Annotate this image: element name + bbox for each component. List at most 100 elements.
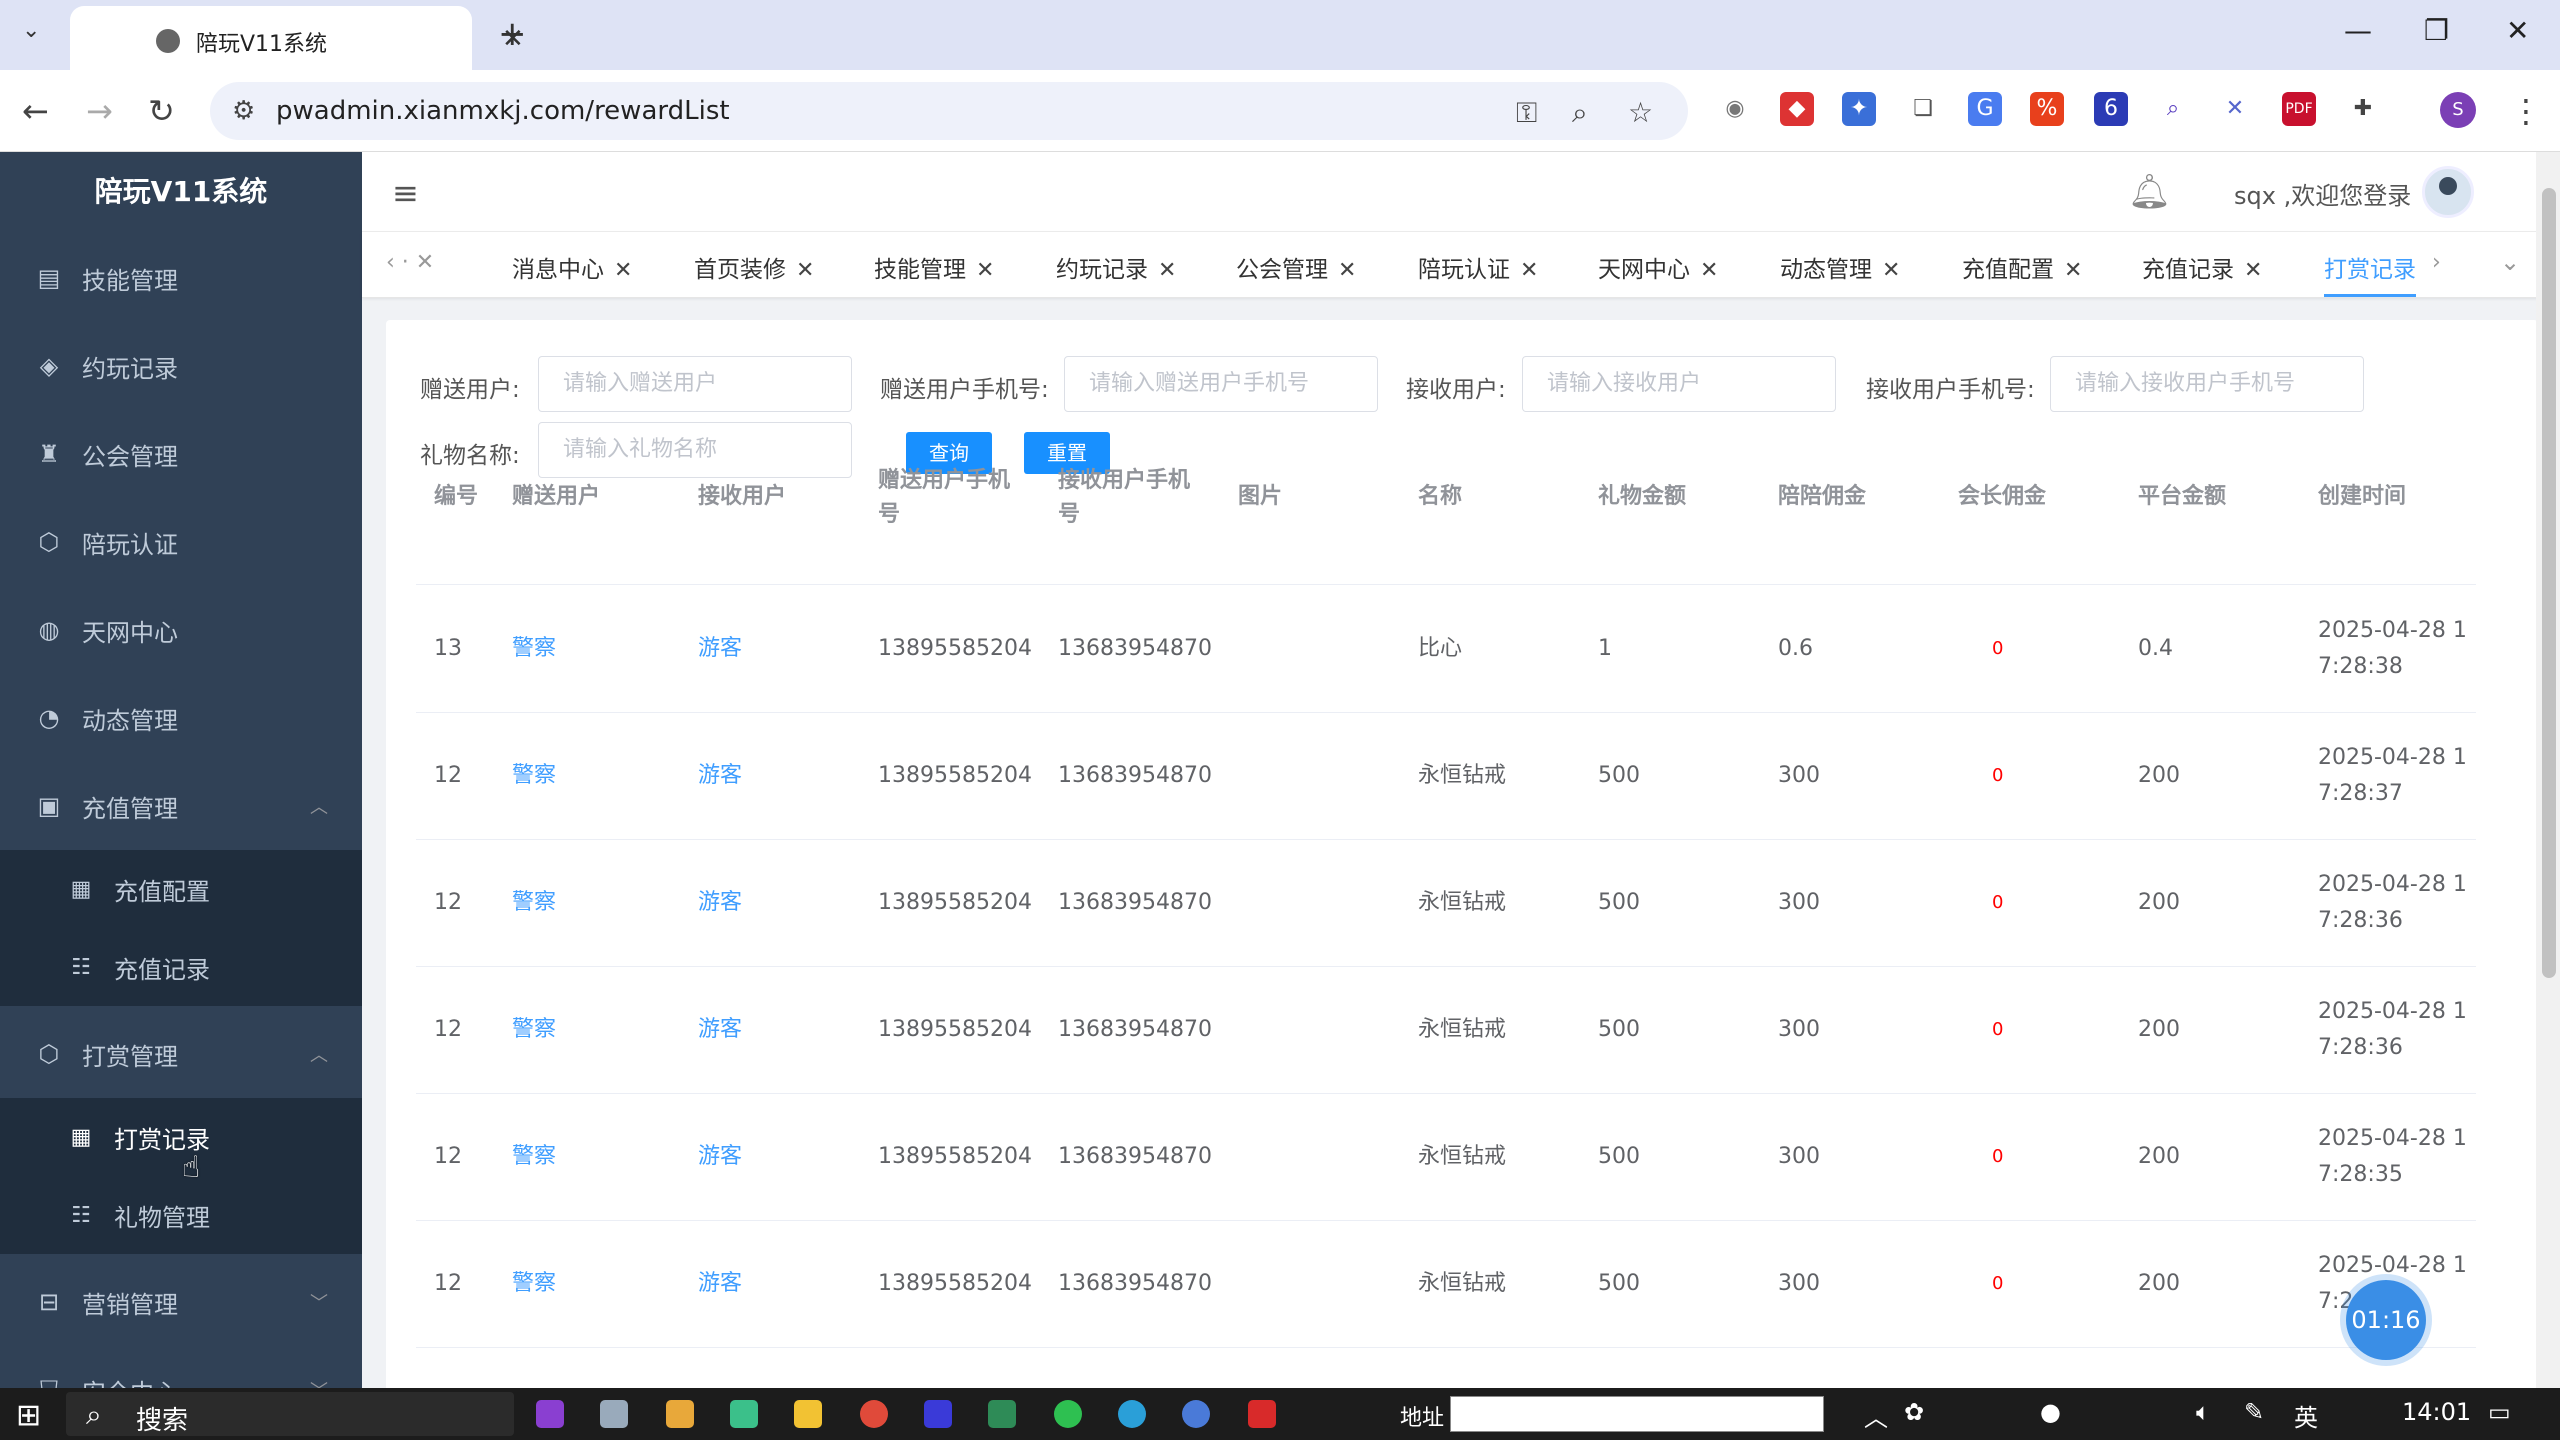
- sender-input[interactable]: 请输入赠送用户: [538, 356, 852, 412]
- site-info-icon[interactable]: ⚙: [232, 96, 255, 126]
- tag-recharge-config[interactable]: 充值配置 ✕: [1962, 250, 2082, 284]
- password-key-icon[interactable]: ⚿: [1516, 96, 1537, 130]
- network-extension-icon[interactable]: ✦: [1842, 92, 1876, 126]
- close-icon[interactable]: ✕: [2244, 258, 2262, 283]
- sidebar-item-skills[interactable]: ▤ 技能管理: [0, 234, 362, 322]
- sidebar-item-reward[interactable]: ⬡ 打赏管理 ︿: [0, 1010, 362, 1098]
- chevron-right-icon[interactable]: ›: [2432, 250, 2441, 275]
- cell-receiver[interactable]: 游客: [698, 631, 742, 667]
- sidebar-item-recharge-config[interactable]: ▦ 充值配置: [0, 850, 362, 928]
- browser-menu-icon[interactable]: ⋮: [2510, 92, 2542, 130]
- chevron-up-icon[interactable]: ︿: [1864, 1398, 1888, 1433]
- sidebar-item-marketing[interactable]: ⊟ 营销管理 ﹀: [0, 1258, 362, 1346]
- sidebar-item-recharge[interactable]: ▣ 充值管理 ︿: [0, 762, 362, 850]
- close-icon[interactable]: ✕: [976, 258, 994, 283]
- tag-reward-records[interactable]: 打赏记录: [2324, 250, 2416, 297]
- sidebar-item-security[interactable]: ⛉ 安全中心 ﹀: [0, 1346, 362, 1388]
- pen-icon[interactable]: ✎: [2244, 1398, 2264, 1426]
- chevron-left-icon[interactable]: ‹ · ✕: [386, 250, 434, 275]
- camera-extension-icon[interactable]: ◉: [1718, 92, 1752, 126]
- receiver-input[interactable]: 请输入接收用户: [1522, 356, 1836, 412]
- cell-receiver[interactable]: 游客: [698, 1139, 742, 1175]
- sidebar-item-gifts[interactable]: ☷ 礼物管理: [0, 1176, 362, 1254]
- wechat-tray-icon[interactable]: ●: [2040, 1398, 2061, 1426]
- sidebar-item-guild[interactable]: ♜ 公会管理: [0, 410, 362, 498]
- ime-indicator[interactable]: 英: [2294, 1398, 2318, 1433]
- bell-icon[interactable]: 🔔︎: [2128, 172, 2171, 212]
- address-toolbar-input[interactable]: [1450, 1396, 1824, 1432]
- floating-timer[interactable]: 01:16: [2346, 1280, 2426, 1360]
- tag-moments[interactable]: 动态管理 ✕: [1780, 250, 1900, 284]
- sidebar-item-play-records[interactable]: ◈ 约玩记录: [0, 322, 362, 410]
- cell-receiver[interactable]: 游客: [698, 1266, 742, 1302]
- taskbar-search[interactable]: ⌕ 搜索: [66, 1392, 514, 1436]
- close-icon[interactable]: ✕: [1158, 258, 1176, 283]
- new-tab-icon[interactable]: +: [498, 14, 527, 54]
- app-icon[interactable]: [536, 1400, 564, 1428]
- pdf-extension-icon[interactable]: PDF: [2282, 92, 2316, 126]
- tag-certification[interactable]: 陪玩认证 ✕: [1418, 250, 1538, 284]
- restore-icon[interactable]: ❐: [2424, 14, 2449, 47]
- receiver-phone-input[interactable]: 请输入接收用户手机号: [2050, 356, 2364, 412]
- tag-skynet[interactable]: 天网中心 ✕: [1598, 250, 1718, 284]
- shield-extension-icon[interactable]: ◆: [1780, 92, 1814, 126]
- cell-sender[interactable]: 警察: [512, 1139, 556, 1175]
- cell-receiver[interactable]: 游客: [698, 758, 742, 794]
- cell-sender[interactable]: 警察: [512, 631, 556, 667]
- tag-recharge-records[interactable]: 充值记录 ✕: [2142, 250, 2262, 284]
- taskbar-clock[interactable]: 14:01: [2402, 1398, 2471, 1426]
- bookmark-star-icon[interactable]: ☆: [1628, 96, 1653, 129]
- wechat-app-icon[interactable]: [1054, 1400, 1082, 1428]
- cell-sender[interactable]: 警察: [512, 758, 556, 794]
- profile-avatar[interactable]: S: [2440, 92, 2476, 128]
- scrollbar-thumb[interactable]: [2542, 188, 2556, 978]
- avatar[interactable]: [2422, 166, 2474, 218]
- url-text[interactable]: pwadmin.xianmxkj.com/rewardList: [276, 96, 730, 126]
- tray-app-icon[interactable]: ✿: [1904, 1398, 1924, 1426]
- windows-start-icon[interactable]: ⊞: [16, 1398, 41, 1433]
- wps-app-icon[interactable]: [1248, 1400, 1276, 1428]
- close-icon[interactable]: ✕: [1700, 258, 1718, 283]
- hamburger-icon[interactable]: ≡: [392, 174, 419, 212]
- tag-messages[interactable]: 消息中心 ✕: [512, 250, 632, 284]
- reload-icon[interactable]: ↻: [148, 92, 175, 130]
- zoom-icon[interactable]: ⌕: [1572, 96, 1588, 130]
- app-icon[interactable]: [666, 1400, 694, 1428]
- cell-sender[interactable]: 警察: [512, 1266, 556, 1302]
- copy-extension-icon[interactable]: ❏: [1906, 92, 1940, 126]
- folder-app-icon[interactable]: [794, 1400, 822, 1428]
- ide-app-icon[interactable]: [924, 1400, 952, 1428]
- close-icon[interactable]: ✕: [2064, 258, 2082, 283]
- translate-extension-icon[interactable]: G: [1968, 92, 2002, 126]
- app-icon[interactable]: [730, 1400, 758, 1428]
- cell-receiver[interactable]: 游客: [698, 885, 742, 921]
- tag-play-records[interactable]: 约玩记录 ✕: [1056, 250, 1176, 284]
- close-icon[interactable]: ✕: [1882, 258, 1900, 283]
- search-extension-icon[interactable]: ⌕: [2156, 92, 2190, 126]
- address-bar[interactable]: ⚙ pwadmin.xianmxkj.com/rewardList ⚿ ⌕ ☆: [210, 82, 1688, 140]
- app-icon[interactable]: [988, 1400, 1016, 1428]
- sidebar-item-moments[interactable]: ◔ 动态管理: [0, 674, 362, 762]
- chevron-down-icon[interactable]: ⌄: [2500, 248, 2520, 276]
- cell-receiver[interactable]: 游客: [698, 1012, 742, 1048]
- sidebar-item-reward-records[interactable]: ▦ 打赏记录: [0, 1098, 362, 1176]
- tag-guild[interactable]: 公会管理 ✕: [1236, 250, 1356, 284]
- tab-search-icon[interactable]: ⌄: [22, 18, 40, 43]
- app-icon[interactable]: [1182, 1400, 1210, 1428]
- notification-icon[interactable]: ▭: [2488, 1398, 2511, 1426]
- chrome-app-icon[interactable]: [860, 1400, 888, 1428]
- close-icon[interactable]: ✕: [614, 258, 632, 283]
- browser-tab[interactable]: 陪玩V11系统 ✕: [70, 6, 524, 70]
- settings-app-icon[interactable]: [600, 1400, 628, 1428]
- badge-extension-icon[interactable]: 6: [2094, 92, 2128, 126]
- gift-name-input[interactable]: 请输入礼物名称: [538, 422, 852, 478]
- sidebar-item-skynet[interactable]: ◍ 天网中心: [0, 586, 362, 674]
- volume-icon[interactable]: 🔈︎: [2196, 1398, 2210, 1426]
- close-icon[interactable]: ✕: [1338, 258, 1356, 283]
- x-extension-icon[interactable]: ✕: [2218, 92, 2252, 126]
- script-extension-icon[interactable]: %: [2030, 92, 2064, 126]
- minimize-icon[interactable]: —: [2344, 14, 2372, 47]
- sidebar-item-recharge-records[interactable]: ☷ 充值记录: [0, 928, 362, 1006]
- tag-skills[interactable]: 技能管理 ✕: [874, 250, 994, 284]
- close-icon[interactable]: ✕: [1520, 258, 1538, 283]
